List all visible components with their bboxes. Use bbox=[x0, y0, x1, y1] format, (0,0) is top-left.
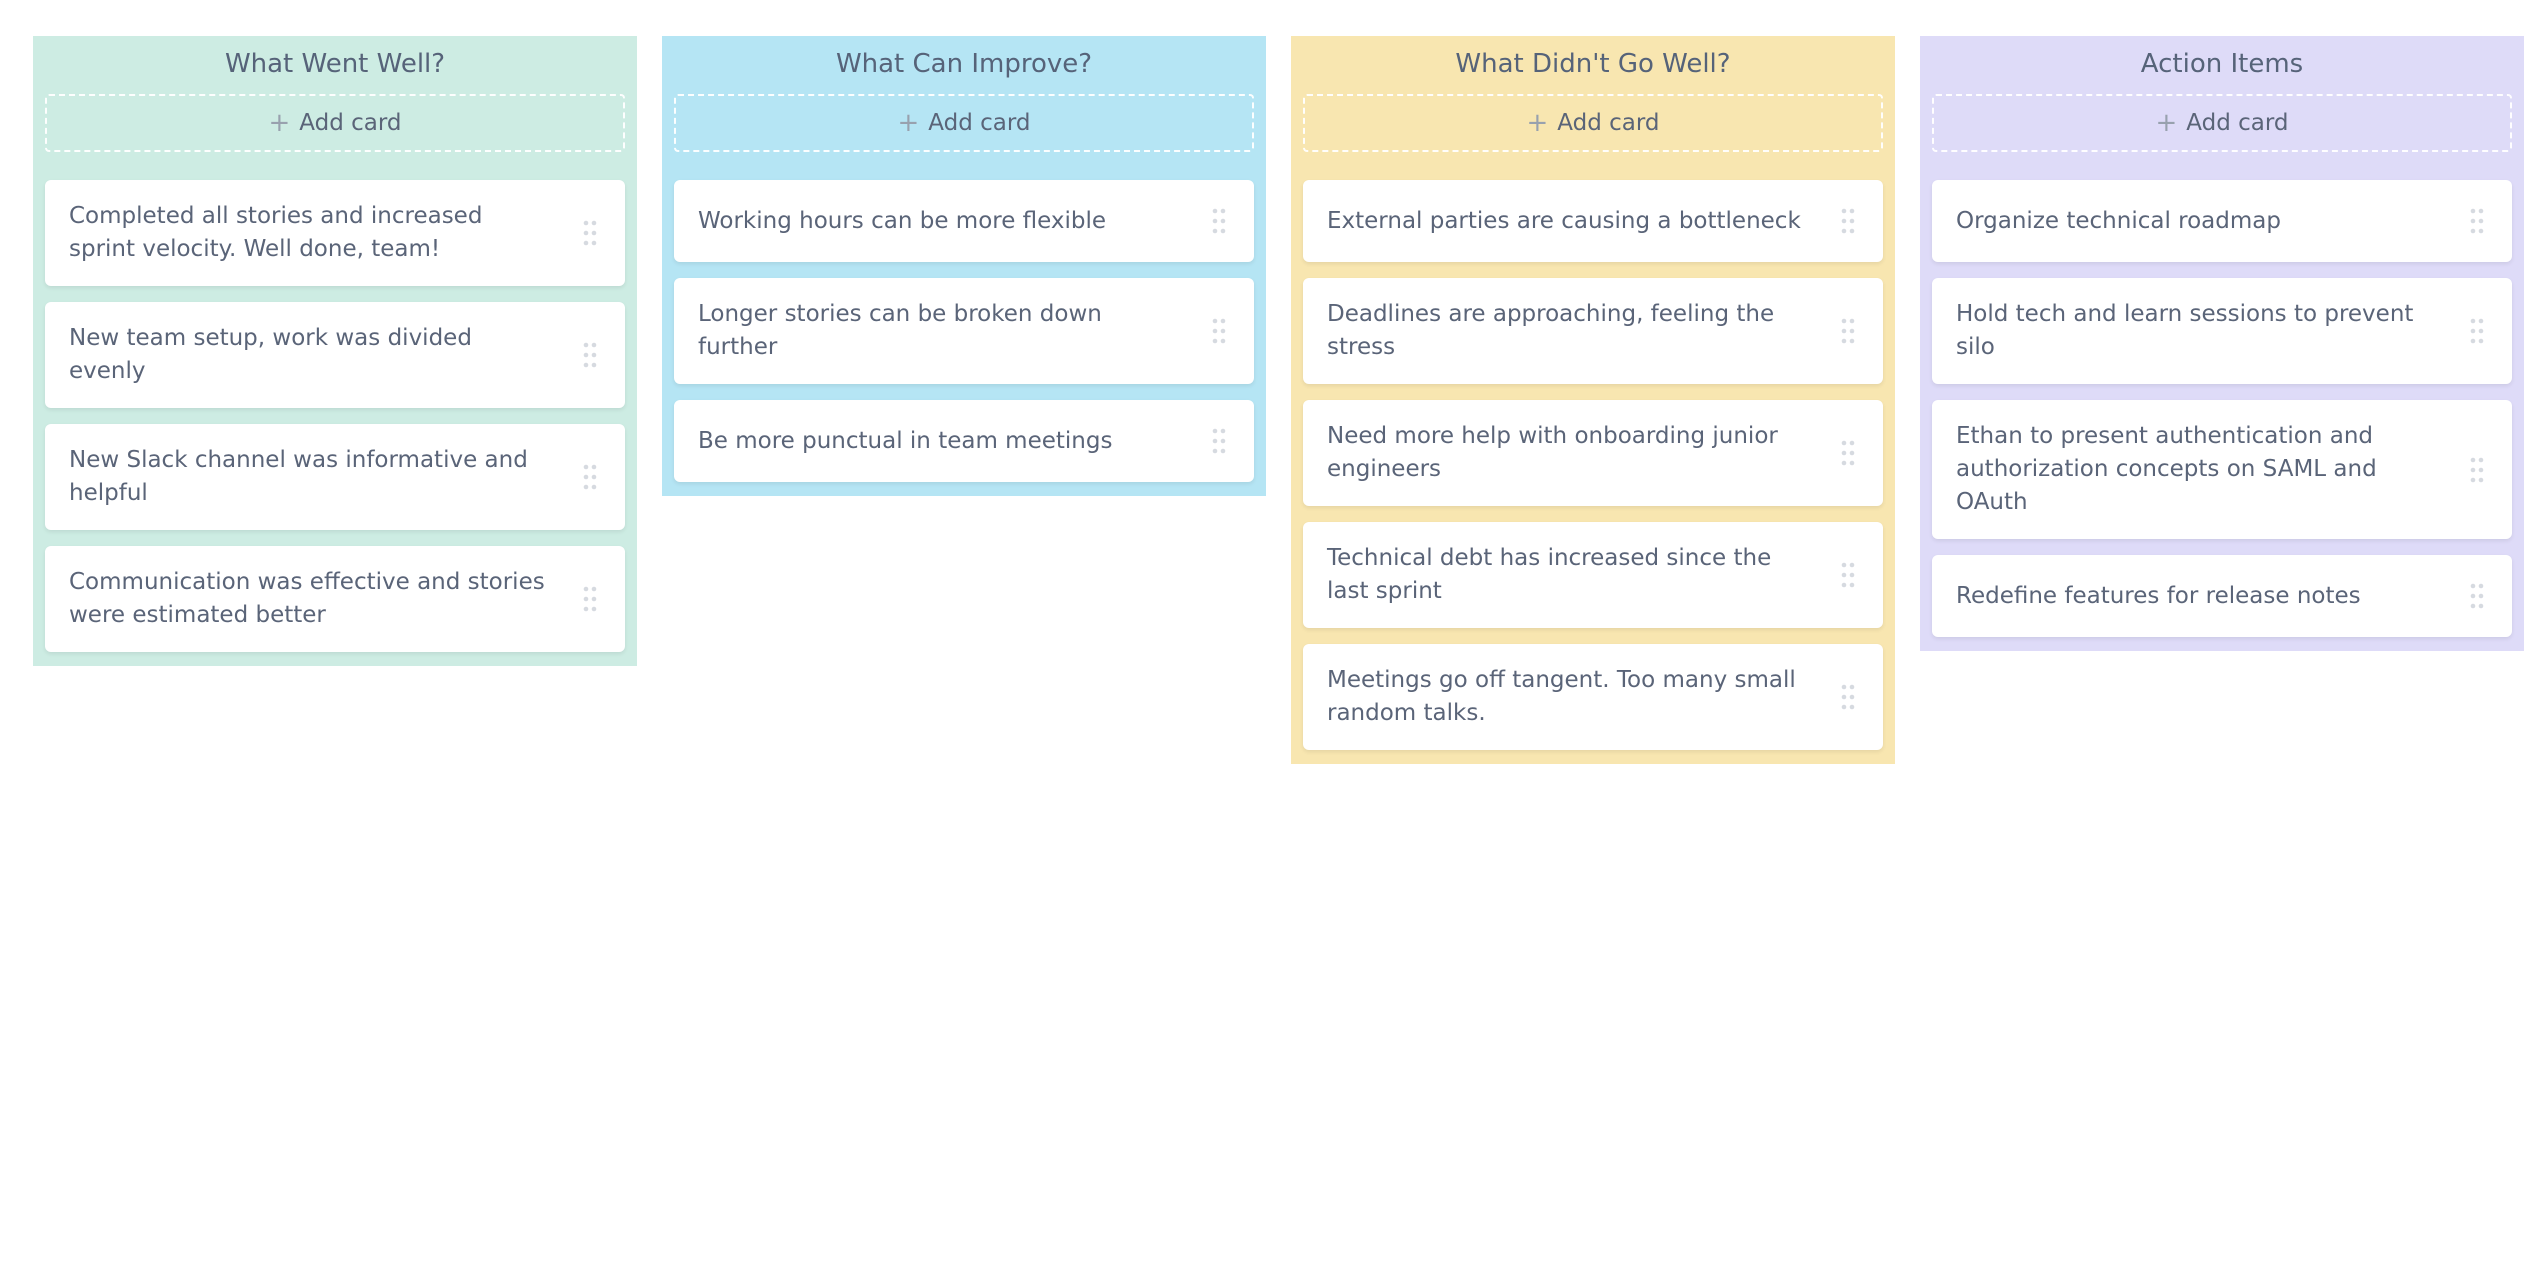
card-list: Completed all stories and increased spri… bbox=[45, 180, 625, 652]
card-text: Meetings go off tangent. Too many small … bbox=[1327, 667, 1796, 726]
drag-handle-icon[interactable] bbox=[1212, 208, 1226, 234]
drag-handle-icon[interactable] bbox=[2470, 208, 2484, 234]
drag-handle-icon[interactable] bbox=[2470, 583, 2484, 609]
column-can-improve: What Can Improve? + Add card Working hours … bbox=[662, 36, 1266, 496]
retro-card[interactable]: Be more punctual in team meetings bbox=[674, 400, 1254, 482]
card-text: Organize technical roadmap bbox=[1956, 207, 2281, 234]
retro-board: What Went Well? + Add card Completed all st… bbox=[33, 36, 2524, 764]
card-text: Be more punctual in team meetings bbox=[698, 427, 1113, 454]
card-text: Longer stories can be broken down furthe… bbox=[698, 301, 1102, 360]
drag-handle-icon[interactable] bbox=[583, 342, 597, 368]
plus-icon: + bbox=[268, 108, 291, 138]
drag-handle-icon[interactable] bbox=[583, 220, 597, 246]
card-text: Completed all stories and increased spri… bbox=[69, 203, 483, 262]
plus-icon: + bbox=[2155, 108, 2178, 138]
drag-handle-icon[interactable] bbox=[2470, 457, 2484, 483]
drag-handle-icon[interactable] bbox=[2470, 318, 2484, 344]
retro-card[interactable]: Need more help with onboarding junior en… bbox=[1303, 400, 1883, 506]
retro-card[interactable]: Longer stories can be broken down furthe… bbox=[674, 278, 1254, 384]
card-text: Hold tech and learn sessions to prevent … bbox=[1956, 301, 2414, 360]
card-text: Need more help with onboarding junior en… bbox=[1327, 423, 1778, 482]
card-list: Working hours can be more flexible Longer… bbox=[674, 180, 1254, 482]
retro-card[interactable]: New Slack channel was informative and he… bbox=[45, 424, 625, 530]
drag-handle-icon[interactable] bbox=[583, 464, 597, 490]
card-text: Working hours can be more flexible bbox=[698, 207, 1107, 234]
drag-handle-icon[interactable] bbox=[1841, 562, 1855, 588]
column-title: Action Items bbox=[2140, 49, 2304, 79]
plus-icon: + bbox=[897, 108, 920, 138]
drag-handle-icon[interactable] bbox=[1212, 318, 1226, 344]
column-title: What Didn't Go Well? bbox=[1455, 49, 1731, 79]
drag-handle-icon[interactable] bbox=[1841, 684, 1855, 710]
drag-handle-icon[interactable] bbox=[1841, 318, 1855, 344]
retro-card[interactable]: Completed all stories and increased spri… bbox=[45, 180, 625, 286]
column-action-items: Action Items + Add card Organize technical … bbox=[1920, 36, 2524, 651]
retro-card[interactable]: Meetings go off tangent. Too many small … bbox=[1303, 644, 1883, 750]
plus-icon: + bbox=[1526, 108, 1549, 138]
column-didnt-go-well: What Didn't Go Well? + Add card External pa… bbox=[1291, 36, 1895, 764]
column-title: What Can Improve? bbox=[835, 49, 1093, 79]
drag-handle-icon[interactable] bbox=[1841, 208, 1855, 234]
card-list: Organize technical roadmap Hold tech and … bbox=[1932, 180, 2512, 637]
retro-card[interactable]: New team setup, work was divided evenly bbox=[45, 302, 625, 408]
retro-card[interactable]: Organize technical roadmap bbox=[1932, 180, 2512, 262]
card-text: Deadlines are approaching, feeling the s… bbox=[1327, 301, 1775, 360]
add-card-button[interactable]: + Add card bbox=[45, 94, 625, 152]
retro-card[interactable]: Working hours can be more flexible bbox=[674, 180, 1254, 262]
retro-card[interactable]: Ethan to present authentication and auth… bbox=[1932, 400, 2512, 539]
retro-card[interactable]: Deadlines are approaching, feeling the s… bbox=[1303, 278, 1883, 384]
retro-card[interactable]: Technical debt has increased since the l… bbox=[1303, 522, 1883, 628]
add-card-label: Add card bbox=[2186, 110, 2289, 136]
drag-handle-icon[interactable] bbox=[583, 586, 597, 612]
column-went-well: What Went Well? + Add card Completed all st… bbox=[33, 36, 637, 666]
card-text: New Slack channel was informative and he… bbox=[69, 447, 528, 506]
column-title: What Went Well? bbox=[224, 49, 446, 79]
add-card-button[interactable]: + Add card bbox=[674, 94, 1254, 152]
drag-handle-icon[interactable] bbox=[1841, 440, 1855, 466]
retro-card[interactable]: Communication was effective and stories … bbox=[45, 546, 625, 652]
retro-card[interactable]: Redefine features for release notes bbox=[1932, 555, 2512, 637]
add-card-button[interactable]: + Add card bbox=[1932, 94, 2512, 152]
add-card-label: Add card bbox=[1557, 110, 1660, 136]
retro-card[interactable]: External parties are causing a bottlenec… bbox=[1303, 180, 1883, 262]
card-text: Redefine features for release notes bbox=[1956, 582, 2361, 609]
card-text: Communication was effective and stories … bbox=[69, 569, 545, 628]
card-text: Technical debt has increased since the l… bbox=[1327, 545, 1772, 604]
drag-handle-icon[interactable] bbox=[1212, 428, 1226, 454]
add-card-label: Add card bbox=[928, 110, 1031, 136]
card-text: New team setup, work was divided evenly bbox=[69, 325, 472, 384]
card-list: External parties are causing a bottlenec… bbox=[1303, 180, 1883, 750]
add-card-button[interactable]: + Add card bbox=[1303, 94, 1883, 152]
retro-card[interactable]: Hold tech and learn sessions to prevent … bbox=[1932, 278, 2512, 384]
card-text: External parties are causing a bottlenec… bbox=[1327, 207, 1801, 234]
card-text: Ethan to present authentication and auth… bbox=[1956, 423, 2377, 515]
add-card-label: Add card bbox=[299, 110, 402, 136]
